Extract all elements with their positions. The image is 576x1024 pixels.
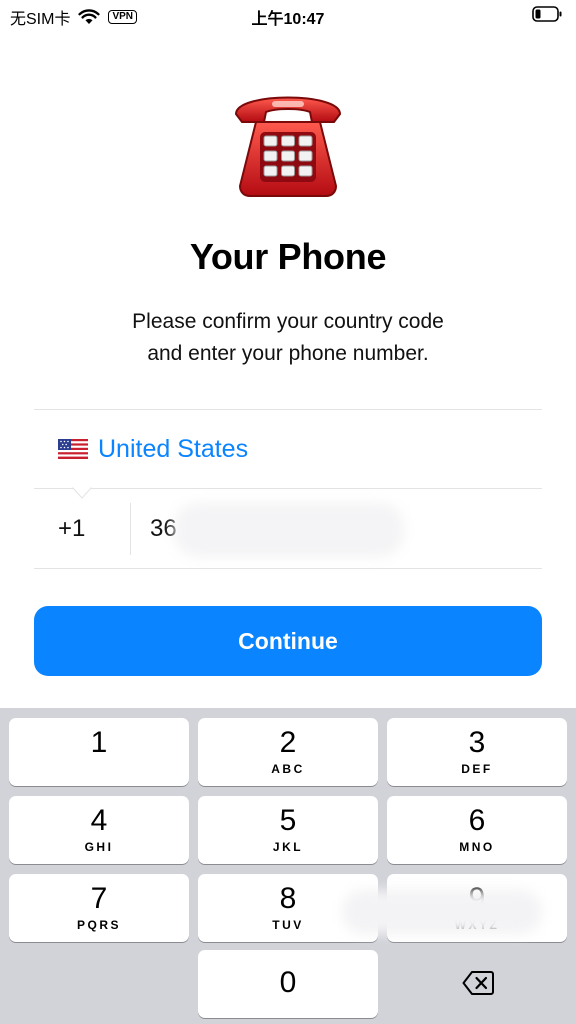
key-digit: 6	[468, 804, 486, 837]
divider-top	[34, 409, 542, 410]
key-letters: JKL	[272, 840, 304, 854]
phone-number-row: +1	[34, 489, 542, 569]
key-2[interactable]: 2 ABC	[198, 718, 378, 786]
key-7[interactable]: 7 PQRS	[9, 874, 189, 942]
key-5[interactable]: 5 JKL	[198, 796, 378, 864]
key-6[interactable]: 6 MNO	[387, 796, 567, 864]
key-4[interactable]: 4 GHI	[9, 796, 189, 864]
backspace-key[interactable]	[387, 950, 567, 1018]
country-name: United States	[98, 434, 249, 463]
key-digit: 7	[90, 882, 108, 915]
redaction-blur	[174, 503, 404, 557]
code-separator	[130, 503, 131, 555]
key-letters: DEF	[461, 762, 493, 776]
phone-entry-screen: 无SIM卡 VPN 上午10:47 Your Phone Please conf…	[0, 0, 576, 1024]
key-0[interactable]: 0	[198, 950, 378, 1018]
status-bar: 无SIM卡 VPN 上午10:47	[0, 0, 576, 30]
key-digit: 1	[90, 726, 108, 759]
redaction-blur-keypad	[342, 890, 542, 934]
status-time: 上午10:47	[251, 11, 325, 28]
subtitle-line-2: and enter your phone number.	[147, 342, 429, 365]
subtitle-line-1: Please confirm your country code	[132, 310, 444, 333]
key-digit: 4	[90, 804, 108, 837]
delete-backward-icon	[462, 971, 494, 995]
battery-icon	[532, 6, 562, 22]
page-title: Your Phone	[189, 236, 387, 277]
key-3[interactable]: 3 DEF	[387, 718, 567, 786]
continue-button[interactable]: Continue	[34, 606, 542, 676]
divider-bottom	[34, 568, 542, 569]
page-subtitle: Please confirm your country code and ent…	[88, 306, 488, 370]
key-letters: ABC	[271, 762, 305, 776]
key-digit: 3	[468, 726, 486, 759]
key-letters: PQRS	[76, 918, 121, 932]
telephone-icon	[234, 96, 342, 197]
key-digit: 0	[279, 966, 297, 999]
key-letters: GHI	[84, 840, 114, 854]
key-digit: 5	[279, 804, 297, 837]
key-letters: MNO	[459, 840, 495, 854]
country-selector[interactable]: United States	[34, 411, 542, 487]
us-flag-icon	[58, 439, 88, 459]
country-code-field[interactable]: +1	[58, 489, 85, 569]
key-1[interactable]: 1	[9, 718, 189, 786]
key-digit: 2	[279, 726, 297, 759]
